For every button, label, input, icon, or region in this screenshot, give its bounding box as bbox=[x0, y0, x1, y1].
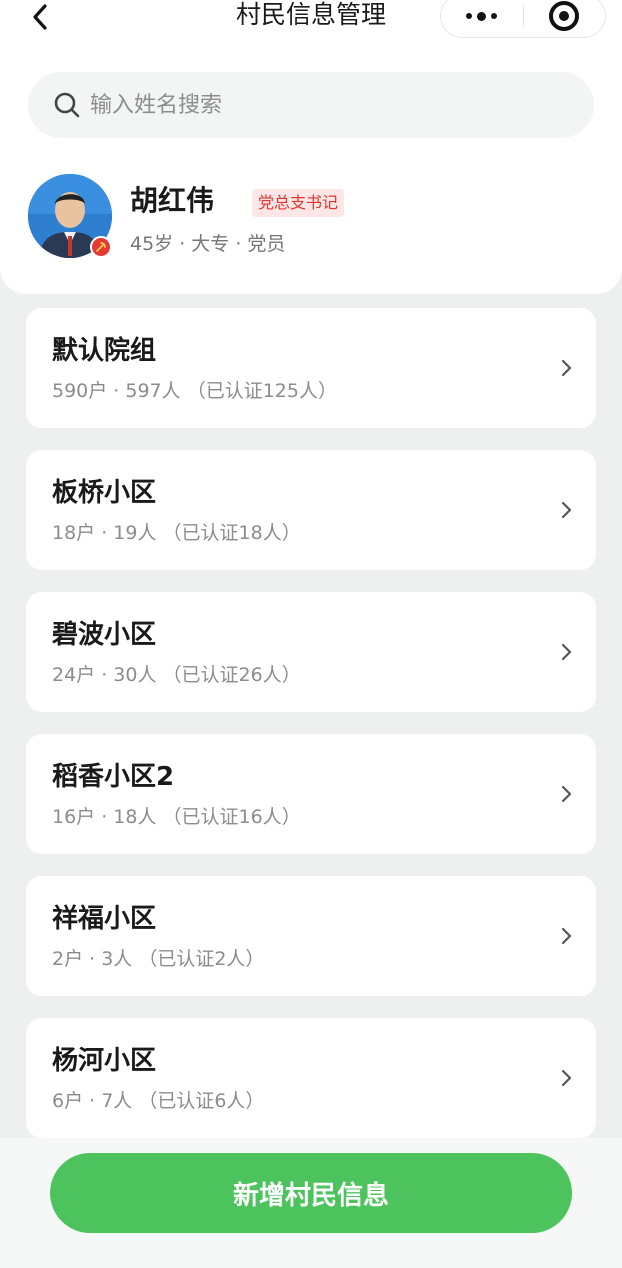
group-name: 板桥小区 bbox=[52, 478, 157, 508]
user-profile: 胡红伟 党总支书记 45岁 · 大专 · 党员 bbox=[28, 174, 594, 264]
chevron-right-icon bbox=[561, 927, 572, 945]
group-stats: 18户 · 19人 （已认证18人） bbox=[52, 522, 301, 544]
navigation-bar: 村民信息管理 bbox=[0, 0, 622, 40]
group-stats: 590户 · 597人 （已认证125人） bbox=[52, 380, 337, 402]
chevron-right-icon bbox=[561, 643, 572, 661]
party-emblem-icon bbox=[90, 236, 112, 258]
group-card[interactable]: 杨河小区 6户 · 7人 （已认证6人） bbox=[26, 1018, 596, 1138]
search-input[interactable] bbox=[90, 92, 550, 118]
search-icon bbox=[54, 92, 80, 118]
group-stats: 16户 · 18人 （已认证16人） bbox=[52, 806, 301, 828]
group-name: 稻香小区2 bbox=[52, 762, 175, 792]
search-bar[interactable] bbox=[28, 72, 594, 138]
group-card[interactable]: 稻香小区2 16户 · 18人 （已认证16人） bbox=[26, 734, 596, 854]
group-card[interactable]: 默认院组 590户 · 597人 （已认证125人） bbox=[26, 308, 596, 428]
chevron-right-icon bbox=[561, 359, 572, 377]
group-card[interactable]: 碧波小区 24户 · 30人 （已认证26人） bbox=[26, 592, 596, 712]
group-card[interactable]: 板桥小区 18户 · 19人 （已认证18人） bbox=[26, 450, 596, 570]
close-program-button[interactable] bbox=[524, 0, 606, 37]
group-name: 杨河小区 bbox=[52, 1046, 157, 1076]
group-name: 祥福小区 bbox=[52, 904, 157, 934]
group-stats: 24户 · 30人 （已认证26人） bbox=[52, 664, 301, 686]
group-stats: 6户 · 7人 （已认证6人） bbox=[52, 1090, 265, 1112]
user-meta: 45岁 · 大专 · 党员 bbox=[130, 233, 286, 255]
more-button[interactable] bbox=[441, 0, 523, 37]
chevron-right-icon bbox=[561, 501, 572, 519]
chevron-right-icon bbox=[561, 1069, 572, 1087]
role-badge: 党总支书记 bbox=[252, 189, 345, 217]
user-name: 胡红伟 bbox=[130, 184, 215, 217]
group-stats: 2户 · 3人 （已认证2人） bbox=[52, 948, 265, 970]
chevron-right-icon bbox=[561, 785, 572, 803]
target-circle-icon bbox=[549, 1, 580, 31]
group-name: 默认院组 bbox=[52, 336, 157, 366]
mini-program-capsule bbox=[440, 0, 606, 38]
group-name: 碧波小区 bbox=[52, 620, 157, 650]
group-card[interactable]: 祥福小区 2户 · 3人 （已认证2人） bbox=[26, 876, 596, 996]
more-dots-icon bbox=[466, 11, 498, 21]
add-villager-button[interactable]: 新增村民信息 bbox=[50, 1153, 572, 1233]
